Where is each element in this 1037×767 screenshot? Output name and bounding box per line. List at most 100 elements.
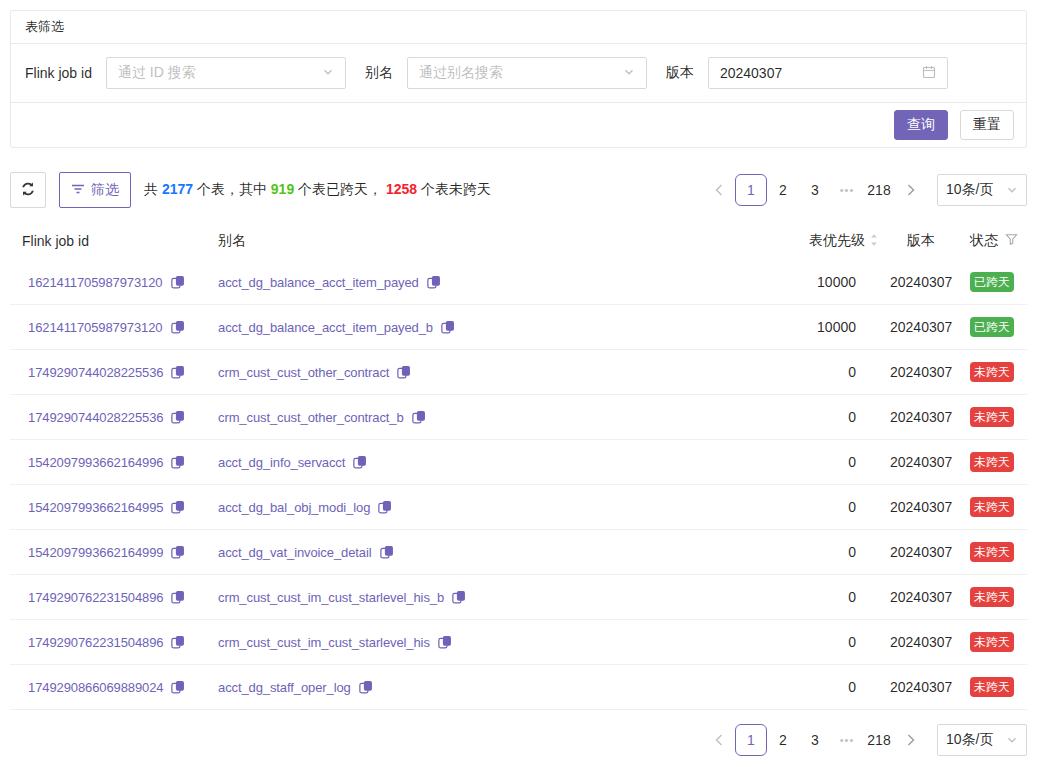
copy-icon[interactable] bbox=[353, 455, 367, 469]
column-header-version: 版本 bbox=[890, 232, 958, 250]
copy-icon[interactable] bbox=[359, 680, 373, 694]
pagination-prev[interactable] bbox=[703, 724, 735, 756]
copy-icon[interactable] bbox=[171, 365, 185, 379]
column-header-status: 状态 bbox=[958, 232, 1027, 250]
pagination-page-218[interactable]: 218 bbox=[863, 724, 895, 756]
copy-icon[interactable] bbox=[380, 545, 394, 559]
row-alias-link[interactable]: acct_dg_bal_obj_modi_log bbox=[218, 500, 370, 515]
row-id-link[interactable]: 1749290762231504896 bbox=[28, 635, 163, 650]
row-version: 20240307 bbox=[890, 499, 958, 515]
pagination-page-3[interactable]: 3 bbox=[799, 724, 831, 756]
alias-label: 别名 bbox=[365, 64, 393, 82]
row-id-link[interactable]: 1542097993662164996 bbox=[28, 455, 163, 470]
alias-select[interactable]: 通过别名搜索 bbox=[407, 57, 647, 89]
chevron-down-icon bbox=[1006, 184, 1018, 196]
pagination-page-1[interactable]: 1 bbox=[735, 174, 767, 206]
pagination-page-1[interactable]: 1 bbox=[735, 724, 767, 756]
pagination-top: 123•••218 10条/页 bbox=[703, 174, 1027, 206]
row-alias-link[interactable]: acct_dg_info_servacct bbox=[218, 455, 345, 470]
pagination-prev[interactable] bbox=[703, 174, 735, 206]
calendar-icon bbox=[922, 65, 936, 82]
pagination-page-218[interactable]: 218 bbox=[863, 174, 895, 206]
table-row: 1542097993662164999 acct_dg_vat_invoice_… bbox=[10, 530, 1027, 575]
copy-icon[interactable] bbox=[171, 455, 185, 469]
page-size-value: 10条/页 bbox=[946, 181, 993, 199]
row-alias-link[interactable]: acct_dg_staff_oper_log bbox=[218, 680, 351, 695]
row-id-link[interactable]: 1749290744028225536 bbox=[28, 365, 163, 380]
summary-text-part: 个表未跨天 bbox=[417, 181, 491, 197]
row-version: 20240307 bbox=[890, 544, 958, 560]
row-alias-link[interactable]: acct_dg_vat_invoice_detail bbox=[218, 545, 372, 560]
version-date-input[interactable]: 20240307 bbox=[708, 57, 948, 89]
filter-button-label: 筛选 bbox=[91, 181, 119, 199]
copy-icon[interactable] bbox=[441, 320, 455, 334]
pagination-page-2[interactable]: 2 bbox=[767, 724, 799, 756]
flink-job-id-placeholder: 通过 ID 搜索 bbox=[118, 64, 196, 82]
row-id-link[interactable]: 1749290744028225536 bbox=[28, 410, 163, 425]
pagination-ellipsis[interactable]: ••• bbox=[831, 174, 863, 206]
copy-icon[interactable] bbox=[171, 275, 185, 289]
table-row: 1621411705987973120 acct_dg_balance_acct… bbox=[10, 305, 1027, 350]
row-id-link[interactable]: 1621411705987973120 bbox=[28, 275, 163, 290]
copy-icon[interactable] bbox=[438, 635, 452, 649]
copy-icon[interactable] bbox=[412, 410, 426, 424]
copy-icon[interactable] bbox=[378, 500, 392, 514]
refresh-button[interactable] bbox=[10, 172, 46, 208]
row-id-link[interactable]: 1749290866069889024 bbox=[28, 680, 163, 695]
table-toolbar: 筛选 共 2177 个表，其中 919 个表已跨天， 1258 个表未跨天 12… bbox=[10, 172, 1027, 208]
copy-icon[interactable] bbox=[171, 320, 185, 334]
summary-text-part: 个表已跨天， bbox=[294, 181, 386, 197]
status-badge: 未跨天 bbox=[970, 407, 1014, 427]
copy-icon[interactable] bbox=[171, 680, 185, 694]
row-alias-link[interactable]: acct_dg_balance_acct_item_payed_b bbox=[218, 320, 433, 335]
filter-row: Flink job id 通过 ID 搜索 别名 通过别名搜索 版本 20240… bbox=[11, 44, 1026, 103]
filter-funnel-icon[interactable] bbox=[1005, 233, 1018, 249]
row-alias-link[interactable]: acct_dg_balance_acct_item_payed bbox=[218, 275, 419, 290]
table-row: 1749290744028225536 crm_cust_cust_other_… bbox=[10, 350, 1027, 395]
flink-job-id-select[interactable]: 通过 ID 搜索 bbox=[106, 57, 346, 89]
row-id-link[interactable]: 1542097993662164999 bbox=[28, 545, 163, 560]
pagination-page-3[interactable]: 3 bbox=[799, 174, 831, 206]
alias-placeholder: 通过别名搜索 bbox=[419, 64, 503, 82]
page-size-select[interactable]: 10条/页 bbox=[937, 174, 1027, 206]
pagination-next[interactable] bbox=[895, 724, 927, 756]
row-id-link[interactable]: 1621411705987973120 bbox=[28, 320, 163, 335]
row-alias-link[interactable]: crm_cust_cust_im_cust_starlevel_his_b bbox=[218, 590, 444, 605]
copy-icon[interactable] bbox=[452, 590, 466, 604]
row-priority: 0 bbox=[740, 499, 890, 515]
pagination-ellipsis[interactable]: ••• bbox=[831, 724, 863, 756]
row-priority: 0 bbox=[740, 544, 890, 560]
row-priority: 0 bbox=[740, 679, 890, 695]
sort-icon[interactable] bbox=[870, 232, 878, 251]
row-alias-link[interactable]: crm_cust_cust_im_cust_starlevel_his bbox=[218, 635, 430, 650]
copy-icon[interactable] bbox=[171, 545, 185, 559]
copy-icon[interactable] bbox=[171, 410, 185, 424]
row-alias-link[interactable]: crm_cust_cust_other_contract_b bbox=[218, 410, 404, 425]
chevron-down-icon bbox=[623, 65, 635, 81]
copy-icon[interactable] bbox=[171, 635, 185, 649]
filter-card-title: 表筛选 bbox=[11, 11, 1026, 44]
row-id-link[interactable]: 1542097993662164995 bbox=[28, 500, 163, 515]
query-button[interactable]: 查询 bbox=[894, 110, 948, 140]
row-priority: 10000 bbox=[740, 274, 890, 290]
status-badge: 已跨天 bbox=[970, 317, 1014, 337]
filter-button[interactable]: 筛选 bbox=[59, 172, 131, 208]
copy-icon[interactable] bbox=[427, 275, 441, 289]
chevron-down-icon bbox=[322, 65, 334, 81]
summary-text-part: 个表，其中 bbox=[193, 181, 271, 197]
summary-count-green: 919 bbox=[271, 181, 294, 197]
column-header-priority: 表优先级 bbox=[740, 232, 890, 251]
pagination-next[interactable] bbox=[895, 174, 927, 206]
row-version: 20240307 bbox=[890, 274, 958, 290]
row-id-link[interactable]: 1749290762231504896 bbox=[28, 590, 163, 605]
copy-icon[interactable] bbox=[171, 500, 185, 514]
status-badge: 未跨天 bbox=[970, 362, 1014, 382]
pagination-page-2[interactable]: 2 bbox=[767, 174, 799, 206]
copy-icon[interactable] bbox=[397, 365, 411, 379]
row-alias-link[interactable]: crm_cust_cust_other_contract bbox=[218, 365, 389, 380]
refresh-icon bbox=[20, 181, 36, 200]
reset-button[interactable]: 重置 bbox=[960, 110, 1014, 140]
page-size-select[interactable]: 10条/页 bbox=[937, 724, 1027, 756]
summary-text: 共 2177 个表，其中 919 个表已跨天， 1258 个表未跨天 bbox=[144, 181, 491, 199]
copy-icon[interactable] bbox=[171, 590, 185, 604]
